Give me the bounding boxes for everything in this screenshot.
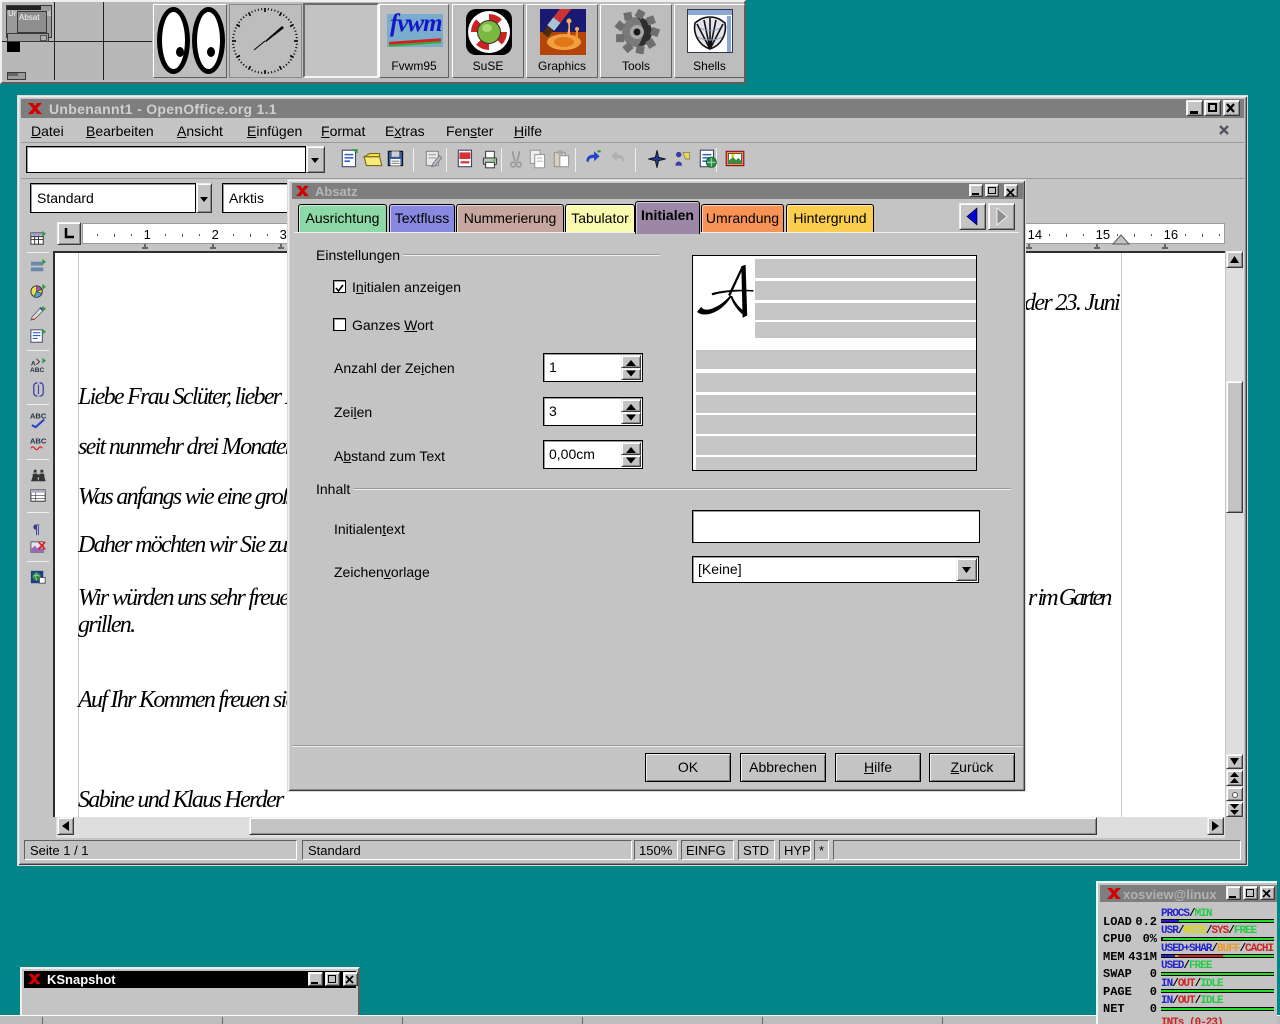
- svg-text:ABC: ABC: [30, 437, 47, 446]
- svg-text:¶: ¶: [33, 521, 40, 536]
- svg-text:ABC: ABC: [30, 367, 45, 374]
- svg-text:ABC: ABC: [30, 412, 47, 421]
